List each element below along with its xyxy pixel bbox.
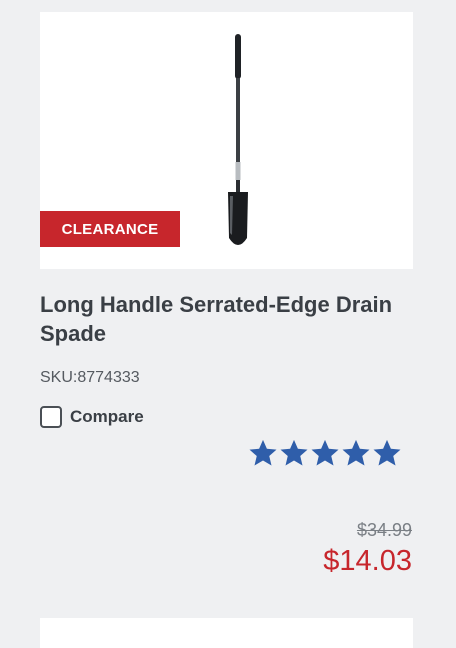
next-product-card[interactable] [40,618,413,648]
star-icon [342,439,370,466]
compare-label: Compare [70,407,144,426]
product-image-card[interactable]: CLEARANCE [40,12,413,269]
clearance-badge: CLEARANCE [40,211,180,247]
compare-toggle[interactable]: Compare [40,406,144,428]
product-title[interactable]: Long Handle Serrated-Edge Drain Spade [40,290,410,348]
product-image[interactable] [210,30,270,270]
star-rating[interactable] [248,438,403,468]
product-sku: SKU:8774333 [40,369,140,386]
star-icon [249,439,277,466]
sale-price: $14.03 [323,545,412,577]
star-icon [280,439,308,466]
star-icon [311,439,339,466]
original-price: $34.99 [356,520,412,540]
compare-checkbox[interactable] [40,406,62,428]
star-icon [373,439,401,466]
